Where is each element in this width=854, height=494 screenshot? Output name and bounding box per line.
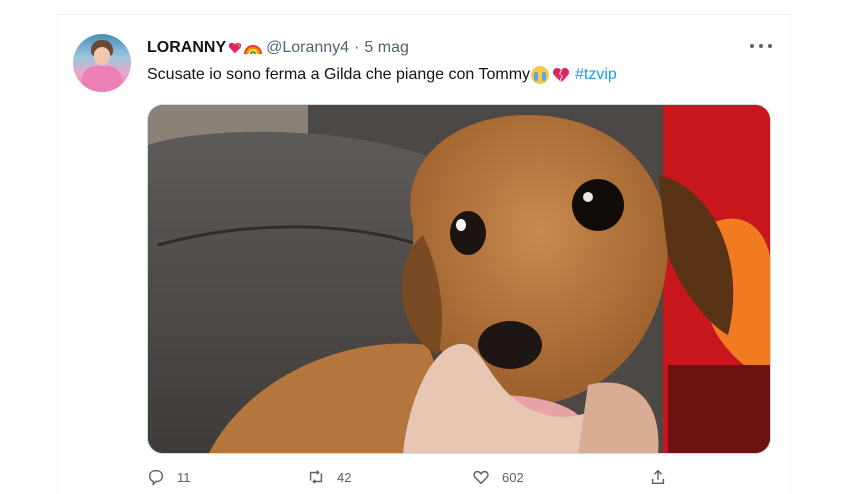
tweet-body: Scusate io sono ferma a Gilda che piange… — [147, 66, 531, 83]
broken-heart-icon — [553, 68, 570, 82]
crying-face-icon — [531, 66, 550, 84]
like-count: 602 — [502, 469, 524, 485]
retweet-count: 42 — [337, 469, 352, 485]
display-name[interactable]: LORANNY — [147, 39, 226, 57]
avatar[interactable] — [73, 34, 131, 92]
heart-icon — [228, 42, 242, 54]
like-icon — [473, 470, 489, 485]
dog-photo[interactable] — [147, 104, 771, 454]
share-icon — [651, 469, 665, 485]
hashtag-link[interactable]: #tzvip — [575, 66, 617, 84]
tweet-header: LORANNY @Loranny4 · 5 mag — [147, 38, 409, 58]
reply-icon — [148, 469, 164, 486]
retweet-icon — [309, 470, 323, 484]
handle[interactable]: @Loranny4 — [266, 39, 349, 57]
dog-image — [148, 105, 770, 453]
avatar-body — [82, 66, 122, 92]
reply-button[interactable]: 11 — [147, 468, 191, 486]
tweet-text: Scusate io sono ferma a Gilda che piange… — [147, 66, 617, 84]
avatar-face — [94, 47, 110, 65]
more-options-icon[interactable] — [750, 38, 772, 54]
separator-dot: · — [354, 39, 360, 56]
like-button[interactable]: 602 — [472, 468, 524, 486]
rainbow-icon — [244, 45, 263, 55]
retweet-button[interactable]: 42 — [307, 468, 351, 486]
tweet-date[interactable]: 5 mag — [364, 39, 408, 57]
share-button[interactable] — [649, 468, 667, 486]
reply-count: 11 — [177, 469, 191, 485]
